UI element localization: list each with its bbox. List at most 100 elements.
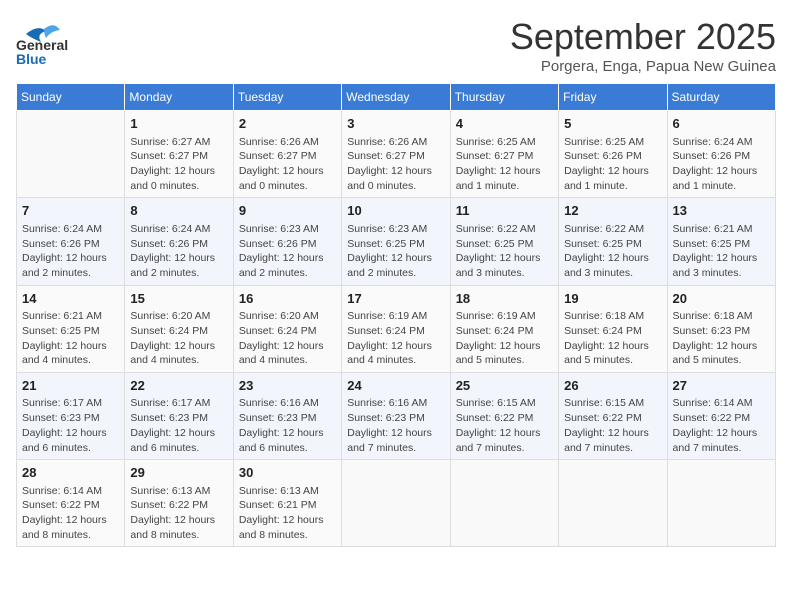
day-info: Sunrise: 6:18 AMSunset: 6:24 PMDaylight:… <box>564 309 661 368</box>
calendar-day-cell: 13Sunrise: 6:21 AMSunset: 6:25 PMDayligh… <box>667 198 775 285</box>
day-info: Sunrise: 6:15 AMSunset: 6:22 PMDaylight:… <box>564 396 661 455</box>
calendar-day-cell: 26Sunrise: 6:15 AMSunset: 6:22 PMDayligh… <box>559 372 667 459</box>
title-block: September 2025 Porgera, Enga, Papua New … <box>510 16 776 75</box>
calendar-day-cell: 21Sunrise: 6:17 AMSunset: 6:23 PMDayligh… <box>17 372 125 459</box>
day-number: 5 <box>564 115 661 133</box>
day-of-week-header: Thursday <box>450 84 558 111</box>
day-of-week-header: Wednesday <box>342 84 450 111</box>
day-number: 18 <box>456 290 553 308</box>
day-info: Sunrise: 6:25 AMSunset: 6:26 PMDaylight:… <box>564 135 661 194</box>
calendar-header-row: SundayMondayTuesdayWednesdayThursdayFrid… <box>17 84 776 111</box>
day-number: 26 <box>564 377 661 395</box>
day-info: Sunrise: 6:22 AMSunset: 6:25 PMDaylight:… <box>456 222 553 281</box>
day-of-week-header: Monday <box>125 84 233 111</box>
calendar-day-cell: 15Sunrise: 6:20 AMSunset: 6:24 PMDayligh… <box>125 285 233 372</box>
logo-svg: General Blue <box>16 16 126 66</box>
day-number: 1 <box>130 115 227 133</box>
day-info: Sunrise: 6:19 AMSunset: 6:24 PMDaylight:… <box>347 309 444 368</box>
calendar-week-row: 28 Sunrise: 6:14 AMSunset: 6:22 PMDayligh… <box>17 460 776 547</box>
day-number: 16 <box>239 290 336 308</box>
calendar-week-row: 21Sunrise: 6:17 AMSunset: 6:23 PMDayligh… <box>17 372 776 459</box>
day-info: Sunrise: 6:25 AMSunset: 6:27 PMDaylight:… <box>456 135 553 194</box>
calendar-day-cell: 17Sunrise: 6:19 AMSunset: 6:24 PMDayligh… <box>342 285 450 372</box>
calendar-day-cell: 30Sunrise: 6:13 AMSunset: 6:21 PMDayligh… <box>233 460 341 547</box>
day-info: Sunrise: 6:24 AMSunset: 6:26 PMDaylight:… <box>130 222 227 281</box>
day-number: 4 <box>456 115 553 133</box>
day-info: Sunrise: 6:14 AMSunset: 6:22 PMDaylight:… <box>22 484 119 543</box>
location-subtitle: Porgera, Enga, Papua New Guinea <box>510 58 776 75</box>
day-info: Sunrise: 6:20 AMSunset: 6:24 PMDaylight:… <box>239 309 336 368</box>
day-number: 23 <box>239 377 336 395</box>
day-number: 22 <box>130 377 227 395</box>
calendar-day-cell: 22Sunrise: 6:17 AMSunset: 6:23 PMDayligh… <box>125 372 233 459</box>
day-info: Sunrise: 6:26 AMSunset: 6:27 PMDaylight:… <box>347 135 444 194</box>
day-info: Sunrise: 6:14 AMSunset: 6:22 PMDaylight:… <box>673 396 770 455</box>
calendar-day-cell: 28 Sunrise: 6:14 AMSunset: 6:22 PMDayligh… <box>17 460 125 547</box>
day-of-week-header: Tuesday <box>233 84 341 111</box>
day-info: Sunrise: 6:15 AMSunset: 6:22 PMDaylight:… <box>456 396 553 455</box>
day-number: 9 <box>239 202 336 220</box>
page-header: General Blue September 2025 Porgera, Eng… <box>16 16 776 75</box>
day-number: 14 <box>22 290 119 308</box>
day-number: 11 <box>456 202 553 220</box>
calendar-day-cell: 8 Sunrise: 6:24 AMSunset: 6:26 PMDaylight… <box>125 198 233 285</box>
day-number: 2 <box>239 115 336 133</box>
calendar-day-cell <box>559 460 667 547</box>
calendar-day-cell: 29 Sunrise: 6:13 AMSunset: 6:22 PMDayligh… <box>125 460 233 547</box>
calendar-day-cell: 7 Sunrise: 6:24 AMSunset: 6:26 PMDaylight… <box>17 198 125 285</box>
calendar-day-cell: 6 Sunrise: 6:24 AMSunset: 6:26 PMDaylight… <box>667 111 775 198</box>
day-info: Sunrise: 6:21 AMSunset: 6:25 PMDaylight:… <box>22 309 119 368</box>
day-info: Sunrise: 6:18 AMSunset: 6:23 PMDaylight:… <box>673 309 770 368</box>
day-number: 3 <box>347 115 444 133</box>
calendar-day-cell: 24Sunrise: 6:16 AMSunset: 6:23 PMDayligh… <box>342 372 450 459</box>
day-number: 30 <box>239 464 336 482</box>
calendar-week-row: 7 Sunrise: 6:24 AMSunset: 6:26 PMDaylight… <box>17 198 776 285</box>
day-number: 28 <box>22 464 119 482</box>
calendar-day-cell: 10 Sunrise: 6:23 AMSunset: 6:25 PMDayligh… <box>342 198 450 285</box>
calendar-day-cell: 4 Sunrise: 6:25 AMSunset: 6:27 PMDaylight… <box>450 111 558 198</box>
day-number: 13 <box>673 202 770 220</box>
day-info: Sunrise: 6:23 AMSunset: 6:25 PMDaylight:… <box>347 222 444 281</box>
day-of-week-header: Saturday <box>667 84 775 111</box>
calendar-week-row: 14Sunrise: 6:21 AMSunset: 6:25 PMDayligh… <box>17 285 776 372</box>
day-number: 10 <box>347 202 444 220</box>
calendar-day-cell: 14Sunrise: 6:21 AMSunset: 6:25 PMDayligh… <box>17 285 125 372</box>
calendar-day-cell: 18Sunrise: 6:19 AMSunset: 6:24 PMDayligh… <box>450 285 558 372</box>
day-info: Sunrise: 6:19 AMSunset: 6:24 PMDaylight:… <box>456 309 553 368</box>
day-info: Sunrise: 6:13 AMSunset: 6:22 PMDaylight:… <box>130 484 227 543</box>
month-title: September 2025 <box>510 16 776 58</box>
day-info: Sunrise: 6:24 AMSunset: 6:26 PMDaylight:… <box>673 135 770 194</box>
calendar-day-cell <box>667 460 775 547</box>
day-number: 24 <box>347 377 444 395</box>
calendar-day-cell: 5 Sunrise: 6:25 AMSunset: 6:26 PMDaylight… <box>559 111 667 198</box>
day-of-week-header: Friday <box>559 84 667 111</box>
calendar-week-row: 1 Sunrise: 6:27 AMSunset: 6:27 PMDaylight… <box>17 111 776 198</box>
day-info: Sunrise: 6:27 AMSunset: 6:27 PMDaylight:… <box>130 135 227 194</box>
day-info: Sunrise: 6:16 AMSunset: 6:23 PMDaylight:… <box>239 396 336 455</box>
day-info: Sunrise: 6:26 AMSunset: 6:27 PMDaylight:… <box>239 135 336 194</box>
day-number: 8 <box>130 202 227 220</box>
day-info: Sunrise: 6:22 AMSunset: 6:25 PMDaylight:… <box>564 222 661 281</box>
day-info: Sunrise: 6:23 AMSunset: 6:26 PMDaylight:… <box>239 222 336 281</box>
calendar-day-cell: 12Sunrise: 6:22 AMSunset: 6:25 PMDayligh… <box>559 198 667 285</box>
calendar-day-cell: 3 Sunrise: 6:26 AMSunset: 6:27 PMDaylight… <box>342 111 450 198</box>
day-number: 7 <box>22 202 119 220</box>
calendar-day-cell: 16Sunrise: 6:20 AMSunset: 6:24 PMDayligh… <box>233 285 341 372</box>
day-number: 6 <box>673 115 770 133</box>
day-number: 20 <box>673 290 770 308</box>
day-number: 29 <box>130 464 227 482</box>
day-info: Sunrise: 6:20 AMSunset: 6:24 PMDaylight:… <box>130 309 227 368</box>
day-number: 27 <box>673 377 770 395</box>
calendar-day-cell: 20Sunrise: 6:18 AMSunset: 6:23 PMDayligh… <box>667 285 775 372</box>
day-info: Sunrise: 6:24 AMSunset: 6:26 PMDaylight:… <box>22 222 119 281</box>
calendar-day-cell: 1 Sunrise: 6:27 AMSunset: 6:27 PMDaylight… <box>125 111 233 198</box>
day-info: Sunrise: 6:16 AMSunset: 6:23 PMDaylight:… <box>347 396 444 455</box>
calendar-day-cell: 11 Sunrise: 6:22 AMSunset: 6:25 PMDayligh… <box>450 198 558 285</box>
day-number: 17 <box>347 290 444 308</box>
day-info: Sunrise: 6:17 AMSunset: 6:23 PMDaylight:… <box>22 396 119 455</box>
day-number: 15 <box>130 290 227 308</box>
calendar-day-cell <box>450 460 558 547</box>
day-info: Sunrise: 6:17 AMSunset: 6:23 PMDaylight:… <box>130 396 227 455</box>
calendar-day-cell: 9 Sunrise: 6:23 AMSunset: 6:26 PMDaylight… <box>233 198 341 285</box>
day-of-week-header: Sunday <box>17 84 125 111</box>
